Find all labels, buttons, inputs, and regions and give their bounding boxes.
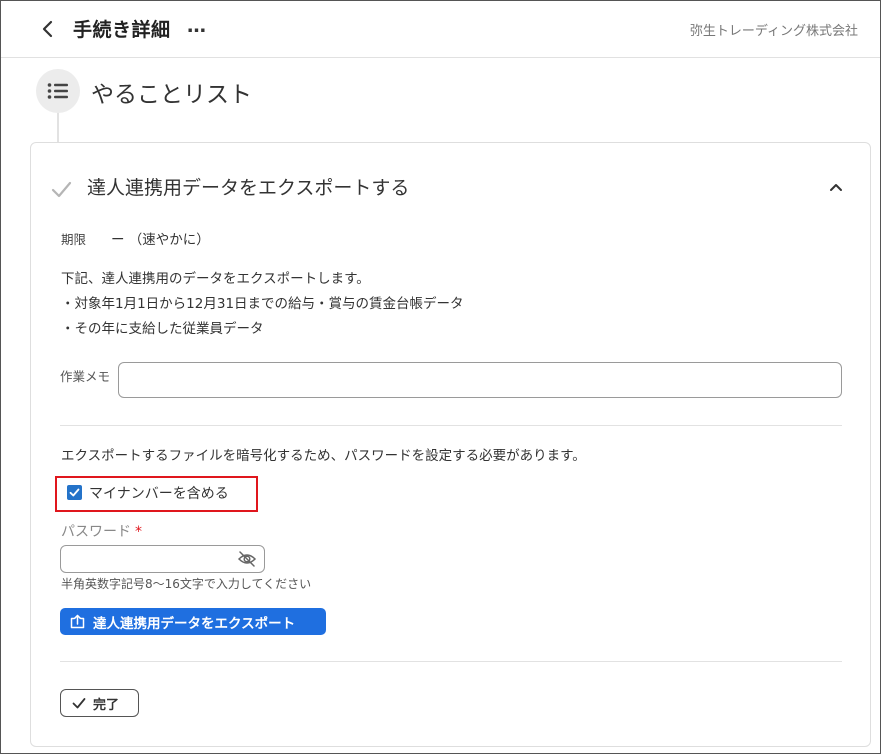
password-label: パスワード * bbox=[61, 521, 142, 541]
mynumber-checkbox[interactable] bbox=[67, 485, 82, 500]
password-label-text: パスワード bbox=[61, 524, 131, 540]
description-line: ・対象年1月1日から12月31日までの給与・賞与の賃金台帳データ bbox=[61, 296, 464, 312]
checkbox-check-icon bbox=[69, 488, 80, 497]
task-card: 達人連携用データをエクスポートする 期限 ー （速やかに） 下記、達人連携用のデ… bbox=[30, 142, 871, 747]
list-icon-badge bbox=[36, 69, 80, 113]
deadline-value: ー （速やかに） bbox=[111, 232, 210, 248]
task-checkmark-icon bbox=[51, 181, 72, 198]
upload-icon bbox=[70, 614, 85, 629]
encrypt-note: エクスポートするファイルを暗号化するため、パスワードを設定する必要があります。 bbox=[61, 448, 586, 464]
page-header: 手続き詳細 … 弥生トレーディング株式会社 bbox=[1, 1, 880, 58]
divider bbox=[60, 425, 842, 426]
memo-label: 作業メモ bbox=[60, 369, 111, 384]
deadline-label: 期限 bbox=[61, 232, 87, 247]
task-title: 達人連携用データをエクスポートする bbox=[87, 177, 410, 199]
export-button-label: 達人連携用データをエクスポート bbox=[93, 615, 296, 632]
task-description: 下記、達人連携用のデータをエクスポートします。 ・対象年1月1日から12月31日… bbox=[61, 267, 464, 342]
checkmark-icon bbox=[72, 698, 86, 709]
app-frame: 手続き詳細 … 弥生トレーディング株式会社 やることリスト 達人連携用データをエ… bbox=[0, 0, 881, 754]
chevron-up-icon[interactable] bbox=[828, 179, 844, 195]
password-input[interactable] bbox=[60, 545, 265, 573]
section-title: やることリスト bbox=[91, 82, 252, 108]
password-hint: 半角英数字記号8〜16文字で入力してください bbox=[61, 577, 312, 591]
memo-input[interactable] bbox=[118, 362, 842, 398]
required-mark: * bbox=[135, 524, 142, 540]
company-name: 弥生トレーディング株式会社 bbox=[689, 24, 858, 39]
eye-off-icon[interactable] bbox=[237, 550, 257, 568]
more-options-button[interactable]: … bbox=[187, 15, 207, 37]
description-line: 下記、達人連携用のデータをエクスポートします。 bbox=[61, 271, 370, 287]
description-line: ・その年に支給した従業員データ bbox=[61, 321, 264, 337]
mynumber-label[interactable]: マイナンバーを含める bbox=[89, 483, 229, 503]
list-icon bbox=[47, 83, 68, 99]
done-button-label: 完了 bbox=[93, 697, 120, 713]
done-button[interactable]: 完了 bbox=[60, 689, 139, 717]
back-chevron-icon[interactable] bbox=[37, 18, 59, 40]
export-button[interactable]: 達人連携用データをエクスポート bbox=[60, 608, 326, 635]
page-title: 手続き詳細 bbox=[73, 19, 171, 41]
divider bbox=[60, 661, 842, 662]
